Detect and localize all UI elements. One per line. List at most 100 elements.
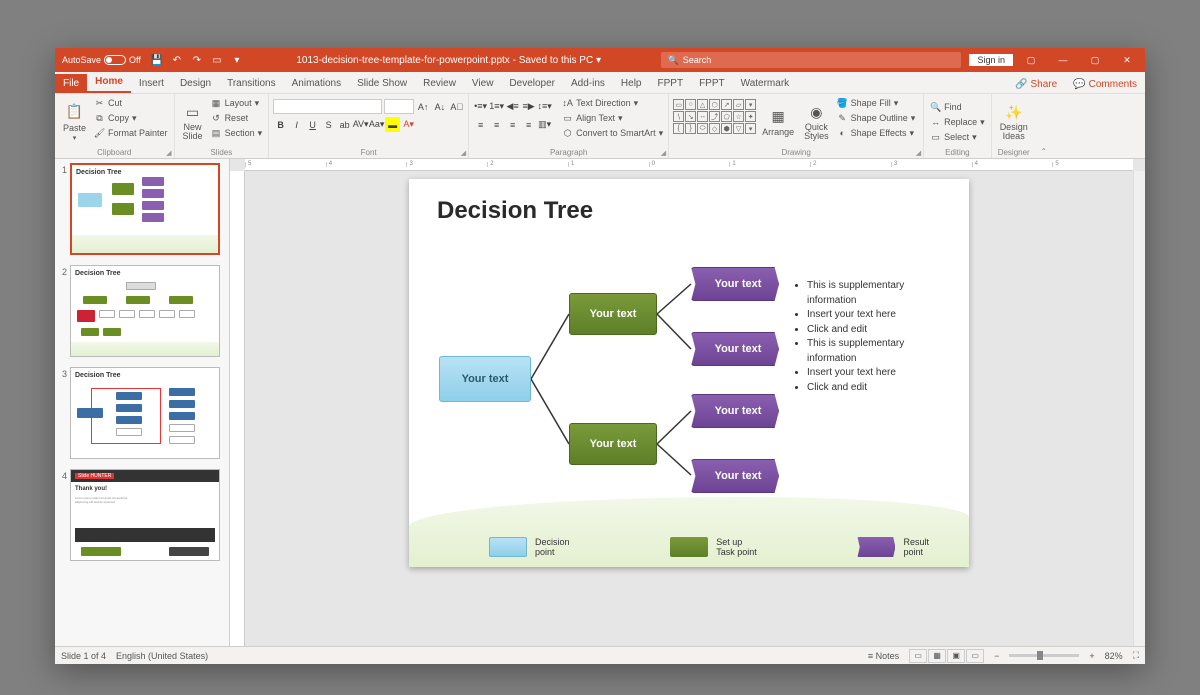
- quick-styles-button[interactable]: ◉Quick Styles: [800, 96, 833, 147]
- maximize-button[interactable]: ▢: [1081, 51, 1109, 69]
- columns-button[interactable]: ▥▾: [537, 117, 552, 132]
- shapes-gallery[interactable]: ▭○△⬡↗▱▾ ∖↘↔⤴⬠☆✦ {}⬭◇⬢▽▾: [673, 99, 756, 147]
- comments-button[interactable]: 💬 Comments: [1065, 76, 1145, 93]
- paste-button[interactable]: 📋 Paste▾: [59, 96, 90, 147]
- node-root[interactable]: Your text: [439, 356, 531, 402]
- node-leaf-2[interactable]: Your text: [691, 332, 779, 366]
- tab-developer[interactable]: Developer: [501, 74, 563, 93]
- vertical-scrollbar[interactable]: [1133, 171, 1145, 646]
- tab-home[interactable]: Home: [87, 72, 131, 93]
- node-leaf-3[interactable]: Your text: [691, 394, 779, 428]
- sorter-view-button[interactable]: ▦: [928, 649, 946, 663]
- tab-animations[interactable]: Animations: [284, 74, 349, 93]
- design-ideas-button[interactable]: ✨Design Ideas: [996, 96, 1032, 147]
- tab-design[interactable]: Design: [172, 74, 219, 93]
- shadow-button[interactable]: ab: [337, 117, 352, 132]
- search-box[interactable]: 🔍 Search: [661, 52, 961, 68]
- reading-view-button[interactable]: ▣: [947, 649, 965, 663]
- arrange-button[interactable]: ▦Arrange: [758, 96, 798, 147]
- start-show-icon[interactable]: ▭: [210, 53, 224, 67]
- node-branch-1[interactable]: Your text: [569, 293, 657, 335]
- redo-icon[interactable]: ↷: [190, 53, 204, 67]
- autosave-toggle[interactable]: AutoSave Off: [59, 55, 144, 65]
- case-button[interactable]: Aa▾: [369, 117, 384, 132]
- launcher-font[interactable]: ◢: [461, 149, 466, 157]
- bold-button[interactable]: B: [273, 117, 288, 132]
- decrease-font-icon[interactable]: A↓: [432, 99, 447, 114]
- launcher-paragraph[interactable]: ◢: [661, 149, 666, 157]
- reset-button[interactable]: ↺Reset: [209, 111, 265, 125]
- fit-button[interactable]: ⛶: [1133, 650, 1139, 661]
- shape-outline-button[interactable]: ✎Shape Outline ▾: [835, 111, 918, 125]
- slide-counter[interactable]: Slide 1 of 4: [61, 651, 106, 661]
- clear-format-icon[interactable]: A⃠: [449, 99, 464, 114]
- tab-watermark[interactable]: Watermark: [733, 74, 798, 93]
- node-leaf-1[interactable]: Your text: [691, 267, 779, 301]
- font-color-button[interactable]: A▾: [401, 117, 416, 132]
- thumb-slide-3[interactable]: Decision Tree: [70, 367, 220, 459]
- tab-fppt1[interactable]: FPPT: [650, 74, 692, 93]
- tab-file[interactable]: File: [55, 74, 87, 93]
- tab-review[interactable]: Review: [415, 74, 464, 93]
- normal-view-button[interactable]: ▭: [909, 649, 927, 663]
- italic-button[interactable]: I: [289, 117, 304, 132]
- numbering-button[interactable]: 1≡▾: [489, 99, 504, 114]
- zoom-in-button[interactable]: +: [1089, 651, 1094, 661]
- select-button[interactable]: ▭Select ▾: [928, 130, 987, 144]
- text-direction-button[interactable]: ↕AText Direction ▾: [560, 96, 665, 110]
- thumb-item[interactable]: 2 Decision Tree: [57, 265, 227, 357]
- replace-button[interactable]: ↔Replace ▾: [928, 115, 987, 129]
- align-center-button[interactable]: ≡: [489, 117, 504, 132]
- node-branch-2[interactable]: Your text: [569, 423, 657, 465]
- tab-insert[interactable]: Insert: [131, 74, 172, 93]
- collapse-ribbon-button[interactable]: ⌃: [1036, 94, 1052, 158]
- spacing-button[interactable]: AV▾: [353, 117, 368, 132]
- section-button[interactable]: ▤Section ▾: [209, 126, 265, 140]
- thumb-item[interactable]: 1 Decision Tree: [57, 163, 227, 255]
- format-painter-button[interactable]: 🖌Format Painter: [92, 126, 170, 140]
- undo-icon[interactable]: ↶: [170, 53, 184, 67]
- tab-addins[interactable]: Add-ins: [563, 74, 613, 93]
- shape-effects-button[interactable]: ◐Shape Effects ▾: [835, 126, 918, 140]
- notes-button[interactable]: ≡ Notes: [868, 651, 899, 661]
- bullet-list[interactable]: This is supplementary information Insert…: [795, 279, 947, 395]
- indent-inc-button[interactable]: ≡▶: [521, 99, 536, 114]
- strike-button[interactable]: S: [321, 117, 336, 132]
- thumb-item[interactable]: 4 Slide HUNTER Thank you! Lorem ipsum do…: [57, 469, 227, 561]
- launcher-clipboard[interactable]: ◢: [166, 149, 171, 157]
- canvas[interactable]: Decision Tree Your text Your text Your t…: [245, 171, 1133, 646]
- thumb-item[interactable]: 3 Decision Tree: [57, 367, 227, 459]
- indent-dec-button[interactable]: ◀≡: [505, 99, 520, 114]
- align-text-button[interactable]: ▭Align Text ▾: [560, 111, 665, 125]
- font-family-select[interactable]: [273, 99, 382, 114]
- qat-dropdown-icon[interactable]: ▾: [230, 53, 244, 67]
- zoom-out-button[interactable]: −: [994, 651, 999, 661]
- increase-font-icon[interactable]: A↑: [416, 99, 431, 114]
- new-slide-button[interactable]: ▭ New Slide: [179, 96, 207, 147]
- slide-canvas[interactable]: Decision Tree Your text Your text Your t…: [409, 179, 969, 567]
- tab-view[interactable]: View: [464, 74, 502, 93]
- save-icon[interactable]: 💾: [150, 53, 164, 67]
- language[interactable]: English (United States): [116, 651, 208, 661]
- tab-help[interactable]: Help: [613, 74, 650, 93]
- align-left-button[interactable]: ≡: [473, 117, 488, 132]
- minimize-button[interactable]: —: [1049, 51, 1077, 69]
- bullets-button[interactable]: •≡▾: [473, 99, 488, 114]
- underline-button[interactable]: U: [305, 117, 320, 132]
- shape-fill-button[interactable]: 🪣Shape Fill ▾: [835, 96, 918, 110]
- font-size-select[interactable]: [384, 99, 414, 114]
- zoom-slider[interactable]: [1009, 654, 1079, 657]
- smartart-button[interactable]: ⬡Convert to SmartArt ▾: [560, 126, 665, 140]
- copy-button[interactable]: ⧉Copy ▾: [92, 111, 170, 125]
- node-leaf-4[interactable]: Your text: [691, 459, 779, 493]
- cut-button[interactable]: ✂Cut: [92, 96, 170, 110]
- tab-slideshow[interactable]: Slide Show: [349, 74, 415, 93]
- find-button[interactable]: 🔍Find: [928, 100, 987, 114]
- line-spacing-button[interactable]: ↕≡▾: [537, 99, 552, 114]
- launcher-drawing[interactable]: ◢: [916, 149, 921, 157]
- share-button[interactable]: 🔗 Share: [1007, 76, 1065, 93]
- thumb-slide-1[interactable]: Decision Tree: [70, 163, 220, 255]
- close-button[interactable]: ✕: [1113, 51, 1141, 69]
- align-right-button[interactable]: ≡: [505, 117, 520, 132]
- thumb-slide-4[interactable]: Slide HUNTER Thank you! Lorem ipsum dolo…: [70, 469, 220, 561]
